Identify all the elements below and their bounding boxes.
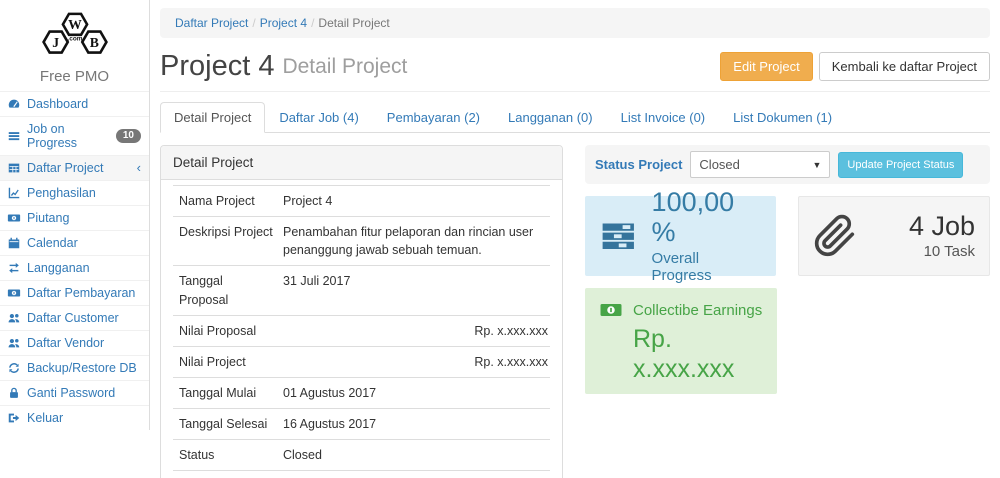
sidebar-item-backup-restore-db[interactable]: Backup/Restore DB [0, 355, 149, 380]
task-count: 10 Task [909, 243, 975, 260]
sidebar-item-daftar-customer[interactable]: Daftar Customer [0, 305, 149, 330]
detail-project-panel: Detail Project Nama Project Project 4 De… [160, 145, 563, 478]
tab-pembayaran[interactable]: Pembayaran (2) [373, 102, 494, 133]
brand-name: Free PMO [0, 68, 149, 85]
collectible-earnings-box: Collectibe Earnings Rp. x.xxx.xxx [585, 288, 777, 394]
users-icon [7, 336, 21, 350]
sidebar-item-calendar[interactable]: Calendar [0, 230, 149, 255]
tab-list-dokumen[interactable]: List Dokumen (1) [719, 102, 846, 133]
sidebar-item-job-on-progress[interactable]: Job on Progress 10 [0, 116, 149, 155]
paperclip-icon [813, 214, 857, 258]
sidebar: J B W .com Free PMO Dashboard Job on Pro… [0, 0, 150, 430]
sidebar-item-piutang[interactable]: Piutang [0, 205, 149, 230]
job-count: 4 Job [909, 212, 975, 242]
sidebar-item-daftar-pembayaran[interactable]: Daftar Pembayaran [0, 280, 149, 305]
table-icon [7, 161, 21, 175]
job-count-badge: 10 [116, 129, 141, 143]
tab-detail-project[interactable]: Detail Project [160, 102, 265, 133]
job-task-box: 4 Job 10 Task [798, 196, 991, 276]
chevron-left-icon: ‹ [137, 163, 141, 173]
svg-text:J: J [52, 35, 59, 50]
breadcrumb: Daftar Project/Project 4/Detail Project [160, 8, 990, 38]
progress-value: 100,00 % [652, 188, 762, 247]
svg-text:B: B [89, 35, 98, 50]
table-row: Status Closed [173, 440, 550, 471]
sidebar-item-langganan[interactable]: Langganan [0, 255, 149, 280]
lock-icon [7, 386, 21, 400]
status-select[interactable]: Closed ▼ [690, 151, 830, 178]
money-icon [7, 286, 21, 300]
sidebar-item-keluar[interactable]: Keluar [0, 405, 149, 430]
sidebar-item-dashboard[interactable]: Dashboard [0, 92, 149, 116]
earnings-label: Collectibe Earnings [633, 302, 762, 319]
list-icon [7, 129, 21, 143]
sidebar-item-daftar-vendor[interactable]: Daftar Vendor [0, 330, 149, 355]
table-row: Tanggal Proposal 31 Juli 2017 [173, 266, 550, 315]
table-row: Tanggal Selesai 16 Agustus 2017 [173, 409, 550, 440]
page: J B W .com Free PMO Dashboard Job on Pro… [0, 0, 1000, 478]
table-row: Nama Project Project 4 [173, 186, 550, 217]
page-title: Project 4 [160, 50, 274, 83]
breadcrumb-project-4[interactable]: Project 4 [260, 16, 307, 30]
sidebar-item-penghasilan[interactable]: Penghasilan [0, 180, 149, 205]
table-row: Customer Bapak Customer 001 [173, 471, 550, 478]
panel-title: Detail Project [161, 146, 562, 180]
earnings-value: Rp. x.xxx.xxx [633, 324, 763, 384]
table-row: Nilai Project Rp. x.xxx.xxx [173, 346, 550, 377]
users-icon [7, 311, 21, 325]
table-row: Nilai Proposal Rp. x.xxx.xxx [173, 315, 550, 346]
money-icon [599, 298, 623, 322]
calendar-icon [7, 236, 21, 250]
brand-block: J B W .com Free PMO [0, 0, 149, 91]
table-row: Deskripsi Project Penambahan fitur pelap… [173, 217, 550, 266]
status-project-label: Status Project [595, 157, 682, 172]
refresh-icon [7, 361, 21, 375]
tasks-icon [599, 216, 638, 256]
chevron-down-icon: ▼ [813, 160, 822, 170]
jwb-logo-icon: J B W .com [19, 5, 131, 63]
status-project-bar: Status Project Closed ▼ Update Project S… [585, 145, 990, 184]
back-to-list-button[interactable]: Kembali ke daftar Project [819, 52, 990, 81]
table-row: Tanggal Mulai 01 Agustus 2017 [173, 377, 550, 408]
page-subtitle: Detail Project [282, 55, 407, 79]
sidebar-menu: Dashboard Job on Progress 10 Daftar Proj… [0, 91, 149, 430]
tab-list-invoice[interactable]: List Invoice (0) [607, 102, 720, 133]
tab-daftar-job[interactable]: Daftar Job (4) [265, 102, 372, 133]
breadcrumb-daftar-project[interactable]: Daftar Project [175, 16, 248, 30]
sidebar-item-daftar-project[interactable]: Daftar Project ‹ [0, 155, 149, 180]
edit-project-button[interactable]: Edit Project [720, 52, 812, 81]
main-content: Daftar Project/Project 4/Detail Project … [150, 0, 1000, 478]
update-project-status-button[interactable]: Update Project Status [838, 152, 963, 178]
line-chart-icon [7, 186, 21, 200]
retweet-icon [7, 261, 21, 275]
svg-text:.com: .com [67, 35, 82, 42]
tab-bar: Detail Project Daftar Job (4) Pembayaran… [160, 102, 990, 133]
overall-progress-box: 100,00 % Overall Progress [585, 196, 776, 276]
breadcrumb-current: Detail Project [318, 16, 389, 30]
progress-label: Overall Progress [652, 250, 762, 284]
page-header: Project 4 Detail Project Edit Project Ke… [160, 44, 990, 92]
sidebar-item-ganti-password[interactable]: Ganti Password [0, 380, 149, 405]
money-icon [7, 211, 21, 225]
sign-out-icon [7, 411, 21, 425]
tab-langganan[interactable]: Langganan (0) [494, 102, 607, 133]
dashboard-icon [7, 97, 21, 111]
svg-text:W: W [68, 17, 82, 32]
